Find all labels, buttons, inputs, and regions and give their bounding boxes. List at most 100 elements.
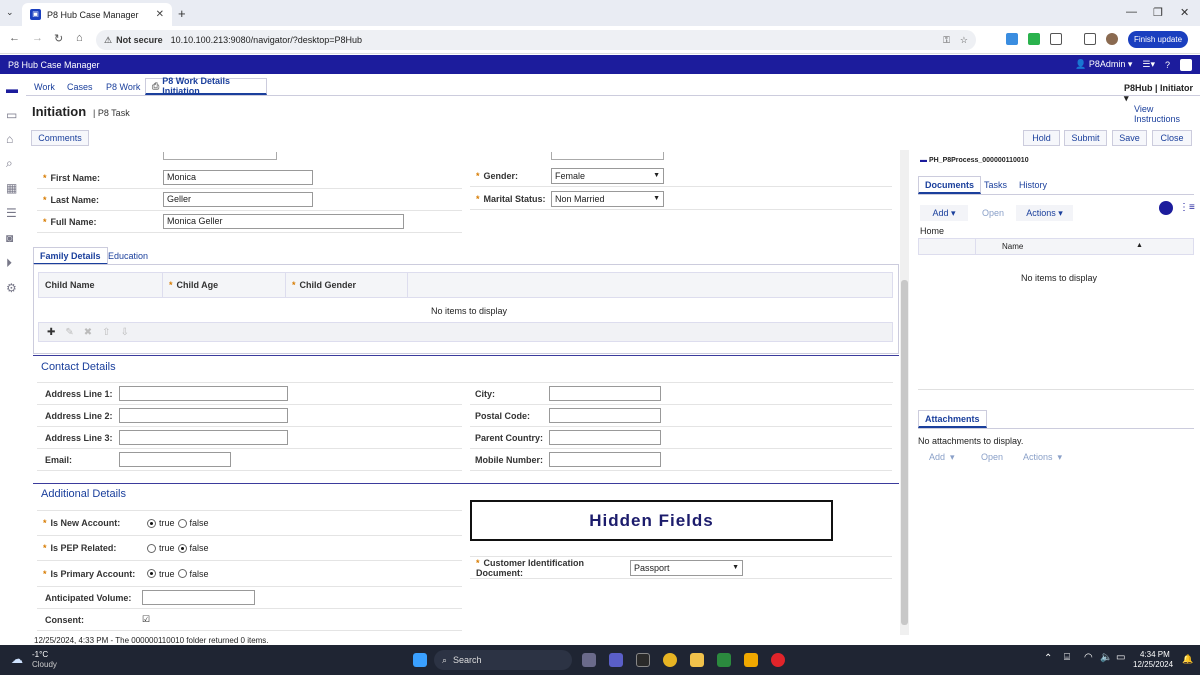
volume-input[interactable] (142, 590, 255, 605)
consent-checkbox[interactable]: ☑ (142, 614, 150, 625)
clock-date[interactable]: 12/25/2024 (1133, 660, 1173, 669)
attach-add-button[interactable]: Add ▾ (929, 452, 955, 463)
hub-role-menu[interactable]: P8Hub | Initiator ▾ (1124, 83, 1200, 104)
close-button[interactable]: Close (1152, 130, 1192, 146)
tab-work[interactable]: Work (28, 78, 61, 95)
postal-code-input[interactable] (549, 408, 661, 423)
tab-attachments[interactable]: Attachments (918, 410, 987, 428)
attach-actions-button[interactable]: Actions ▾ (1023, 452, 1062, 463)
opera-icon[interactable] (771, 653, 785, 667)
maximize-icon[interactable]: ❐ (1153, 6, 1163, 19)
tab-documents[interactable]: Documents (918, 176, 982, 194)
wifi-icon[interactable]: ◠ (1084, 652, 1093, 663)
parent-country-input[interactable] (549, 430, 661, 445)
notification-icon[interactable]: 🔔 (1182, 654, 1193, 665)
battery-icon[interactable]: ▭ (1116, 652, 1125, 663)
window-close-icon[interactable]: ✕ (1180, 6, 1189, 19)
tab-history[interactable]: History (1013, 176, 1053, 194)
camera-icon[interactable]: ◙ (6, 231, 20, 245)
radio-false[interactable] (177, 569, 187, 578)
url-omnibox[interactable]: ⚠ Not secure 10.10.100.213:9080/navigato… (96, 30, 976, 50)
breadcrumb-home[interactable]: Home (920, 226, 944, 236)
move-down-icon[interactable]: ⇩ (121, 327, 129, 338)
attach-open-button[interactable]: Open (981, 452, 1003, 462)
column-child-age[interactable]: Child Age (177, 280, 219, 290)
radio-true[interactable] (147, 543, 156, 553)
chevron-up-icon[interactable]: ⌃ (1044, 653, 1052, 664)
search-icon[interactable]: ⌕ (6, 156, 20, 170)
column-child-name[interactable]: Child Name (39, 273, 163, 297)
radio-false[interactable] (177, 518, 187, 528)
mobile-input[interactable] (549, 452, 661, 467)
close-icon[interactable]: ✕ (156, 9, 164, 20)
home-icon[interactable]: ⌂ (76, 32, 83, 44)
profile-avatar-icon[interactable] (1106, 33, 1118, 45)
inbox-icon[interactable]: ▭ (6, 108, 20, 122)
back-icon[interactable]: ← (9, 32, 20, 44)
key-icon[interactable]: ⚿ (943, 35, 950, 46)
save-button[interactable]: Save (1112, 130, 1147, 146)
actions-button[interactable]: Actions ▾ (1016, 205, 1073, 221)
extensions-puzzle-icon[interactable] (1050, 33, 1062, 45)
task-view-icon[interactable] (582, 653, 596, 667)
radio-true[interactable] (147, 569, 156, 578)
add-button[interactable]: Add ▾ (920, 205, 968, 221)
home-nav-icon[interactable]: ⌂ (6, 132, 20, 146)
teams-icon[interactable] (609, 653, 623, 667)
submit-button[interactable]: Submit (1064, 130, 1107, 146)
radio-true[interactable] (147, 518, 156, 528)
view-instructions-link[interactable]: View Instructions (1134, 104, 1200, 124)
marital-select[interactable]: Non Married ▼ (551, 190, 664, 207)
first-name-input[interactable]: Monica (163, 170, 313, 185)
chrome-icon[interactable] (663, 653, 677, 667)
store-icon[interactable] (636, 653, 650, 667)
tab-tasks[interactable]: Tasks (978, 176, 1013, 194)
media-icon[interactable]: ⏵ (6, 256, 20, 270)
forward-icon[interactable]: → (32, 32, 43, 44)
tree-view-icon[interactable]: ⋮≡ (1179, 202, 1195, 213)
tab-cases[interactable]: Cases (61, 78, 99, 95)
move-up-icon[interactable]: ⇧ (102, 327, 110, 338)
minimize-icon[interactable]: — (1126, 6, 1137, 18)
list-icon[interactable]: ☰ (6, 206, 20, 220)
radio-false[interactable] (177, 543, 187, 553)
address3-input[interactable] (119, 430, 288, 445)
tab-p8-work-details[interactable]: ⎙ P8 Work Details Initiation (145, 76, 267, 96)
url-text[interactable]: 10.10.100.213:9080/navigator/?desktop=P8… (171, 35, 362, 45)
clock-time[interactable]: 4:34 PM (1140, 650, 1170, 659)
tab-p8-work[interactable]: P8 Work (100, 78, 146, 95)
tab-family-details[interactable]: Family Details (33, 247, 108, 265)
help-icon[interactable]: ? (1165, 60, 1170, 70)
taskbar-search[interactable]: ⌕ Search (434, 650, 572, 670)
windows-start-icon[interactable] (413, 653, 427, 667)
city-input[interactable] (549, 386, 661, 401)
bookmark-star-icon[interactable]: ☆ (960, 35, 968, 46)
notepad-icon[interactable] (717, 653, 731, 667)
address1-input[interactable] (119, 386, 288, 401)
gear-icon[interactable]: ⚙ (6, 281, 20, 295)
reload-icon[interactable]: ↻ (54, 32, 63, 45)
tab-education[interactable]: Education (102, 247, 154, 265)
reading-list-icon[interactable] (1084, 33, 1096, 45)
cid-select[interactable]: Passport ▼ (630, 559, 743, 576)
volume-icon[interactable]: 🔈 (1100, 652, 1112, 663)
full-name-input[interactable]: Monica Geller (163, 214, 404, 229)
partial-field[interactable] (163, 152, 277, 160)
network-icon[interactable]: ⌸ (1064, 652, 1070, 663)
scrollbar-thumb[interactable] (901, 280, 908, 625)
column-name[interactable]: Name (1002, 242, 1023, 251)
hold-button[interactable]: Hold (1023, 130, 1060, 146)
weather-label[interactable]: Cloudy (32, 660, 57, 669)
add-row-icon[interactable]: ✚ (47, 327, 55, 338)
detail-view-icon[interactable] (1159, 201, 1173, 215)
last-name-input[interactable]: Geller (163, 192, 313, 207)
gender-select[interactable]: Female ▼ (551, 167, 664, 184)
folder-icon[interactable]: ▬ (6, 82, 20, 96)
browser-tab[interactable]: ▣ P8 Hub Case Manager ✕ (22, 3, 172, 26)
new-tab-icon[interactable]: + (178, 6, 186, 21)
extension-icon[interactable] (1028, 33, 1040, 45)
app-icon[interactable] (744, 653, 758, 667)
extension-icon[interactable] (1006, 33, 1018, 45)
open-button[interactable]: Open (982, 208, 1004, 218)
partial-field[interactable] (551, 152, 664, 160)
